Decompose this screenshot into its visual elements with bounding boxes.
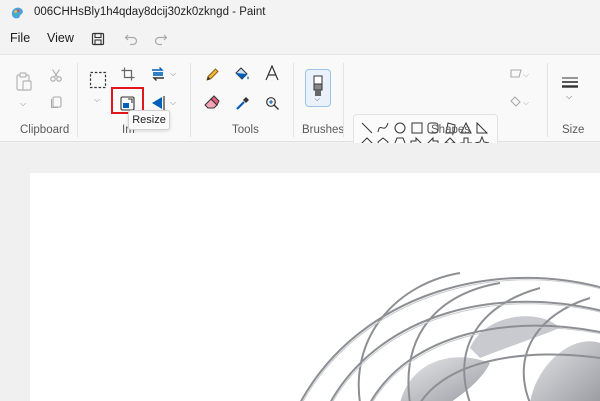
brush-icon: ⌵ xyxy=(313,75,323,101)
shape-fill-button[interactable]: ⌵ xyxy=(507,93,531,111)
oval-shape-icon[interactable] xyxy=(394,122,406,134)
rotate-icon xyxy=(152,67,164,81)
rectangle-shape-icon[interactable] xyxy=(411,122,423,134)
redo-button[interactable] xyxy=(150,29,172,49)
copy-button[interactable] xyxy=(47,93,65,111)
menu-file[interactable]: File xyxy=(10,31,30,45)
save-icon xyxy=(91,32,105,46)
rotate-chevron-icon[interactable]: ⌵ xyxy=(170,69,176,79)
right-triangle-shape-icon[interactable] xyxy=(476,121,489,134)
svg-text:⌵: ⌵ xyxy=(523,70,529,79)
group-divider xyxy=(190,63,191,137)
paste-button[interactable] xyxy=(13,70,35,94)
crop-icon xyxy=(121,67,135,81)
select-button[interactable] xyxy=(88,70,108,90)
eraser-icon xyxy=(204,95,220,109)
select-chevron-icon[interactable]: ⌵ xyxy=(94,95,100,105)
menu-bar: File View xyxy=(0,26,600,52)
paint-app-icon xyxy=(11,7,23,19)
svg-text:⌵: ⌵ xyxy=(566,92,572,101)
group-divider xyxy=(343,63,344,137)
save-button[interactable] xyxy=(87,29,109,49)
size-button[interactable]: ⌵ xyxy=(559,73,581,103)
color-picker-icon xyxy=(235,96,249,110)
eraser-button[interactable] xyxy=(203,94,221,112)
undo-icon xyxy=(124,34,138,46)
group-label-tools: Tools xyxy=(232,124,259,136)
size-icon: ⌵ xyxy=(562,77,578,101)
shape-fill-icon: ⌵ xyxy=(510,96,529,107)
outline-icon: ⌵ xyxy=(510,69,529,79)
workspace-area[interactable] xyxy=(0,143,600,401)
text-icon xyxy=(265,65,279,81)
brushes-button[interactable]: ⌵ xyxy=(305,69,331,107)
cut-icon xyxy=(50,69,62,82)
curve-shape-icon[interactable] xyxy=(377,122,389,133)
rotate-button[interactable] xyxy=(149,65,167,83)
line-shape-icon[interactable] xyxy=(361,122,373,134)
crop-button[interactable] xyxy=(119,65,137,83)
magnifier-button[interactable] xyxy=(263,94,281,112)
menu-view[interactable]: View xyxy=(47,31,74,45)
copy-icon xyxy=(50,96,62,109)
text-button[interactable] xyxy=(263,63,281,83)
group-divider xyxy=(293,63,294,137)
redo-icon xyxy=(154,34,168,46)
flip-chevron-icon[interactable]: ⌵ xyxy=(170,98,176,108)
title-bar: 006CHHsBly1h4qday8dcij30zk0zkngd - Paint xyxy=(0,0,600,26)
color-picker-button[interactable] xyxy=(233,94,251,112)
group-label-size: Size xyxy=(562,124,585,136)
group-label-brushes: Brushes xyxy=(302,124,345,136)
pencil-icon xyxy=(205,67,219,81)
group-label-clipboard: Clipboard xyxy=(20,124,70,136)
group-divider xyxy=(547,63,548,137)
select-icon xyxy=(89,71,107,89)
ribbon-toolbar: ⌵ Clipboard ⌵ ⌵ ⌵ Im Tools ⌵ Brushes ⌵ ⌵… xyxy=(0,54,600,171)
undo-button[interactable] xyxy=(120,29,142,49)
cut-button[interactable] xyxy=(47,66,65,84)
outline-button[interactable]: ⌵ xyxy=(507,65,531,83)
pencil-button[interactable] xyxy=(203,65,221,83)
flip-icon xyxy=(152,96,165,110)
magnifier-icon xyxy=(265,96,279,110)
fill-icon xyxy=(235,67,249,80)
resize-tooltip: Resize xyxy=(128,110,170,130)
paste-chevron-icon[interactable]: ⌵ xyxy=(20,99,26,109)
fan-image xyxy=(300,272,600,401)
group-divider xyxy=(77,63,78,137)
svg-text:⌵: ⌵ xyxy=(523,98,529,107)
window-title: 006CHHsBly1h4qday8dcij30zk0zkngd - Paint xyxy=(34,6,266,18)
svg-text:⌵: ⌵ xyxy=(315,95,321,101)
fill-button[interactable] xyxy=(233,65,251,83)
drawing-canvas[interactable] xyxy=(30,173,600,401)
paste-icon xyxy=(16,72,32,91)
group-label-shapes: Shapes xyxy=(431,124,471,136)
